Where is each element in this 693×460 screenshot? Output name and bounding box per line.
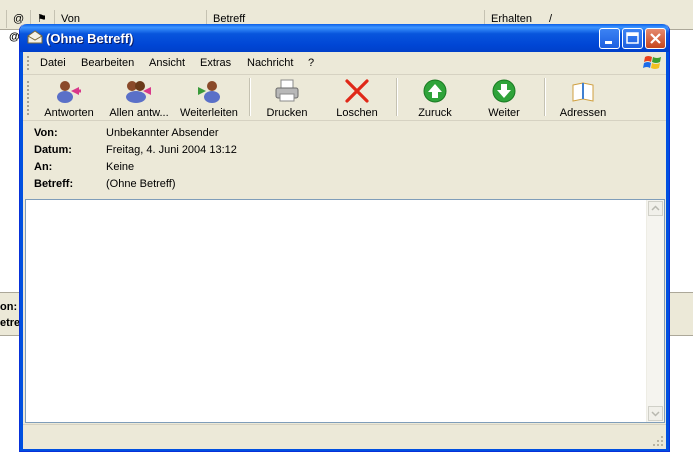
scroll-up-button[interactable] (648, 201, 663, 216)
previous-label: Zuruck (418, 107, 452, 119)
previous-button[interactable]: Zuruck (407, 77, 463, 119)
print-label: Drucken (266, 107, 308, 119)
from-value: Unbekannter Absender (106, 127, 219, 139)
menu-bar: Datei Bearbeiten Ansicht Extras Nachrich… (23, 52, 666, 75)
minimize-icon (605, 41, 612, 44)
column-attachment-label: @ (13, 13, 25, 25)
message-body[interactable] (25, 199, 665, 423)
close-button[interactable] (645, 28, 666, 49)
next-button[interactable]: Weiter (476, 77, 532, 119)
maximize-icon (626, 32, 639, 44)
window-title: (Ohne Betreff) (46, 31, 134, 46)
menu-message[interactable]: Nachricht (247, 57, 293, 69)
chevron-up-icon (651, 205, 660, 211)
address-book-button[interactable]: Adressen (553, 77, 613, 119)
menu-view[interactable]: Ansicht (149, 57, 185, 69)
forward-button[interactable]: Weiterleiten (177, 77, 241, 119)
menu-edit[interactable]: Bearbeiten (81, 57, 134, 69)
close-icon (650, 33, 661, 44)
forward-label: Weiterleiten (180, 107, 238, 119)
subject-label: Betreff: (34, 178, 74, 190)
delete-label: Loschen (336, 107, 378, 119)
reply-icon (57, 81, 81, 103)
print-button[interactable]: Drucken (259, 77, 315, 119)
menu-help[interactable]: ? (308, 57, 314, 69)
toolbar: Antworten Allen antw... Weiterleiten Dru… (23, 75, 666, 121)
message-header: Von: Unbekannter Absender Datum: Freitag… (23, 121, 666, 199)
minimize-button[interactable] (599, 28, 620, 49)
reply-all-icon (126, 81, 151, 103)
from-label: Von: (34, 127, 58, 139)
date-value: Freitag, 4. Juni 2004 13:12 (106, 144, 237, 156)
toolbar-separator (544, 78, 546, 116)
subject-value: (Ohne Betreff) (106, 178, 176, 190)
resize-grip-icon[interactable] (652, 435, 664, 447)
menu-grip[interactable] (27, 56, 32, 70)
windows-logo-icon (643, 56, 661, 69)
chevron-down-icon (651, 411, 660, 417)
message-window: (Ohne Betreff) Datei Bearbeiten Ansicht … (19, 24, 670, 452)
date-label: Datum: (34, 144, 72, 156)
to-label: An: (34, 161, 53, 173)
preview-subject-label: etre (0, 317, 21, 329)
reply-label: Antworten (44, 107, 94, 119)
maximize-button[interactable] (622, 28, 643, 49)
open-envelope-icon (27, 30, 43, 44)
menu-file[interactable]: Datei (40, 57, 66, 69)
delete-icon (345, 79, 369, 103)
toolbar-separator (249, 78, 251, 116)
title-bar[interactable]: (Ohne Betreff) (20, 24, 669, 52)
status-bar (23, 424, 666, 449)
delete-button[interactable]: Loschen (329, 77, 385, 119)
address-book-icon (572, 82, 594, 102)
arrow-down-icon (492, 79, 516, 103)
arrow-up-icon (423, 79, 447, 103)
reply-button[interactable]: Antworten (39, 77, 99, 119)
forward-icon (198, 81, 220, 103)
window-border-right (666, 52, 669, 451)
next-label: Weiter (488, 107, 520, 119)
reply-all-label: Allen antw... (109, 107, 169, 119)
to-value: Keine (106, 161, 135, 173)
scroll-down-button[interactable] (648, 406, 663, 421)
toolbar-separator (396, 78, 398, 116)
menu-tools[interactable]: Extras (200, 57, 231, 69)
reply-all-button[interactable]: Allen antw... (106, 77, 172, 119)
address-book-label: Adressen (559, 107, 607, 119)
printer-icon (275, 79, 299, 102)
vertical-scrollbar[interactable] (646, 200, 664, 422)
preview-from-label: on: (0, 301, 18, 313)
toolbar-grip[interactable] (27, 81, 32, 115)
